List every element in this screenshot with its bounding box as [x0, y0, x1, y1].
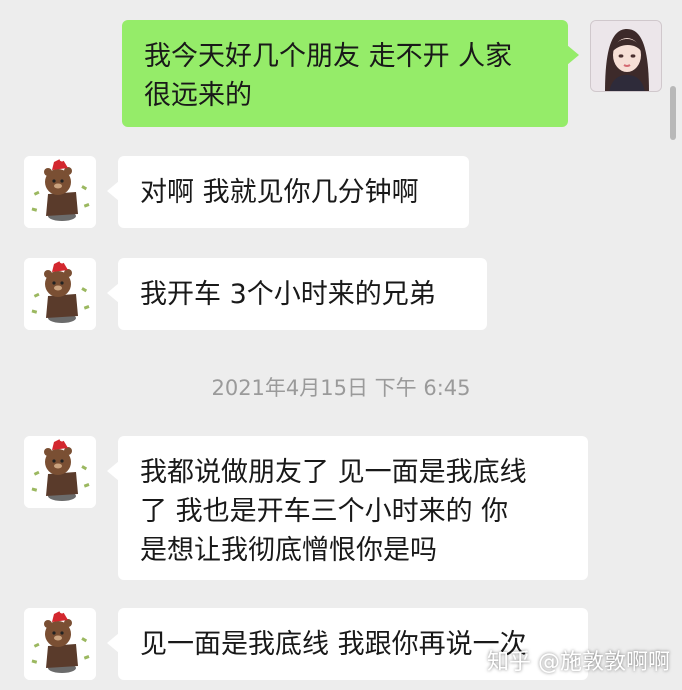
message-bubble-outgoing[interactable]: 我今天好几个朋友 走不开 人家 很远来的 [122, 20, 579, 127]
watermark: 知乎 @施敦敦啊啊 [487, 650, 670, 675]
other-avatar-icon[interactable] [24, 436, 96, 508]
scrollbar[interactable] [670, 86, 676, 140]
other-avatar-icon[interactable] [24, 608, 96, 680]
message-bubble-incoming[interactable]: 我开车 3个小时来的兄弟 [107, 258, 487, 330]
self-avatar-icon[interactable] [590, 20, 662, 92]
other-avatar-icon[interactable] [24, 156, 96, 228]
message-bubble-incoming[interactable]: 对啊 我就见你几分钟啊 [107, 156, 469, 228]
message-bubble-incoming[interactable]: 我都说做朋友了 见一面是我底线 了 我也是开车三个小时来的 你 是想让我彻底憎恨… [107, 436, 588, 580]
message-timestamp: 2021年4月15日 下午 6:45 [211, 376, 471, 400]
other-avatar-icon[interactable] [24, 258, 96, 330]
